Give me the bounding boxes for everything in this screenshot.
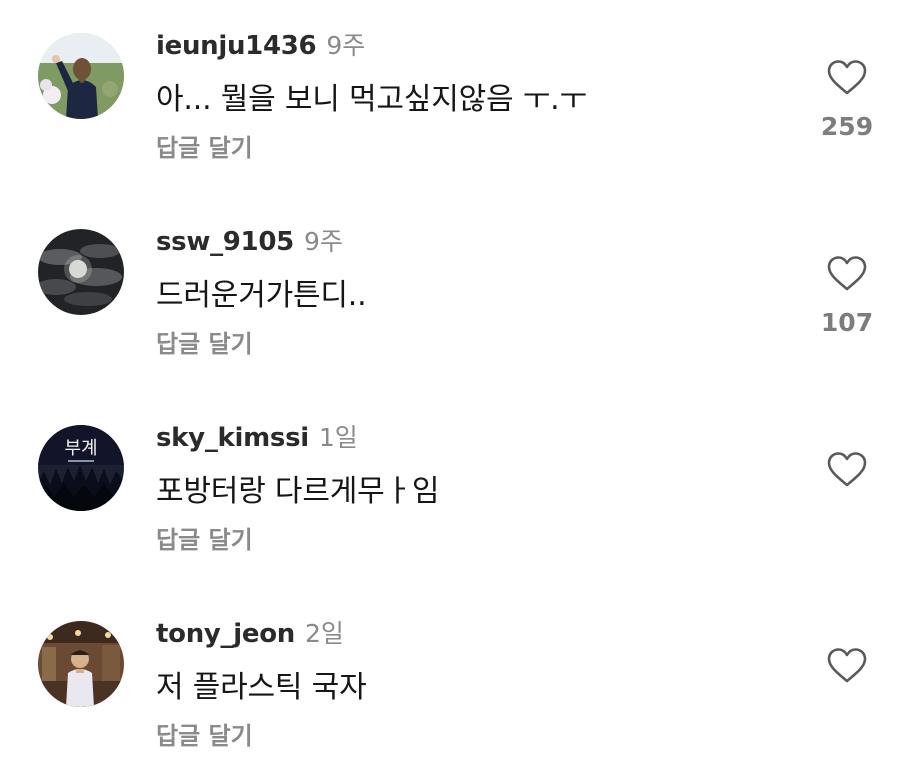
forest-night-icon: 부계 (38, 425, 124, 511)
comment-timestamp: 1일 (318, 423, 358, 452)
moon-night-sky-icon (38, 229, 124, 315)
reply-button[interactable]: 답글 달기 (156, 324, 253, 359)
person-photo-icon (38, 621, 124, 707)
reply-button[interactable]: 답글 달기 (156, 520, 253, 555)
comment-username[interactable]: ieunju1436 (156, 31, 317, 61)
comment-item: ssw_9105 9주 드러운거가튼디.. 답글 달기 107 (0, 196, 900, 392)
comment-timestamp: 9주 (326, 31, 366, 60)
heart-icon (827, 648, 867, 683)
person-portrait-icon (38, 33, 124, 119)
comment-header: sky_kimssi 1일 (156, 418, 358, 458)
avatar[interactable] (38, 621, 124, 707)
avatar[interactable] (38, 229, 124, 315)
like-button[interactable] (818, 60, 876, 106)
comment-item: 부계 sky_kimssi 1일 포방터랑 다르게무ㅏ임 답글 달기 (0, 392, 900, 588)
like-button[interactable] (818, 452, 876, 498)
comment-header: ssw_9105 9주 (156, 222, 343, 262)
comment-text: 저 플라스틱 국자 (156, 670, 367, 705)
comment-text: 아... 뭘을 보니 먹고싶지않음 ㅜ.ㅜ (156, 82, 587, 117)
heart-icon (827, 60, 867, 95)
avatar-text: 부계 (64, 438, 97, 459)
like-button[interactable] (818, 648, 876, 694)
comment-username[interactable]: ssw_9105 (156, 227, 294, 257)
comment-item: ieunju1436 9주 아... 뭘을 보니 먹고싶지않음 ㅜ.ㅜ 답글 달… (0, 0, 900, 196)
heart-icon (827, 452, 867, 487)
comment-username[interactable]: sky_kimssi (156, 423, 309, 453)
like-count: 107 (820, 308, 874, 337)
comment-header: ieunju1436 9주 (156, 26, 365, 66)
heart-icon (827, 256, 867, 291)
comment-text: 드러운거가튼디.. (156, 278, 367, 313)
comment-username[interactable]: tony_jeon (156, 619, 295, 649)
comment-timestamp: 2일 (304, 619, 344, 648)
avatar[interactable]: 부계 (38, 425, 124, 511)
comment-timestamp: 9주 (303, 227, 343, 256)
comment-header: tony_jeon 2일 (156, 614, 344, 654)
comment-text: 포방터랑 다르게무ㅏ임 (156, 474, 440, 509)
avatar[interactable] (38, 33, 124, 119)
like-button[interactable] (818, 256, 876, 302)
comment-item: tony_jeon 2일 저 플라스틱 국자 답글 달기 (0, 588, 900, 784)
reply-button[interactable]: 답글 달기 (156, 716, 253, 751)
reply-button[interactable]: 답글 달기 (156, 128, 253, 163)
like-count: 259 (820, 112, 874, 141)
